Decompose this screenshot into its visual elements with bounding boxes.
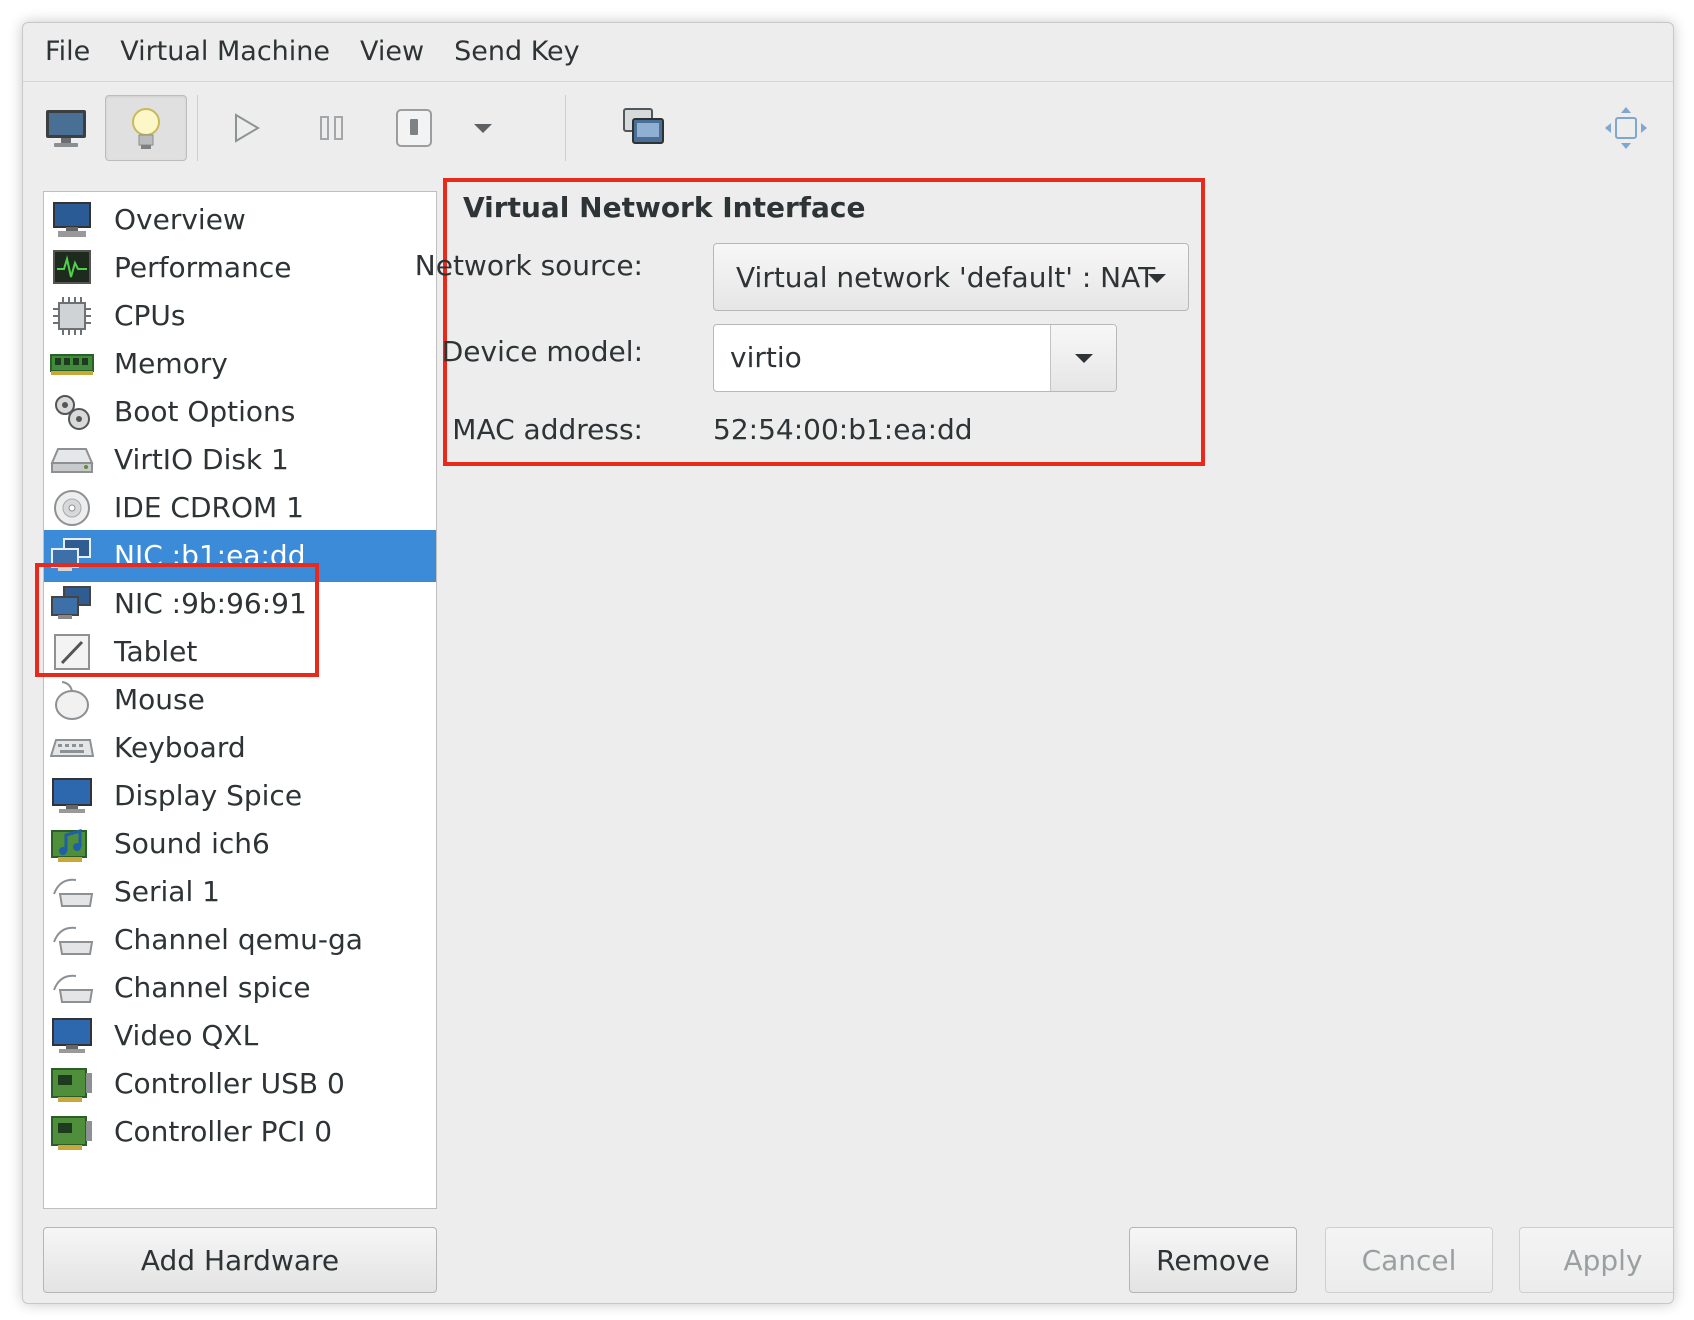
list-item-mouse[interactable]: Mouse: [44, 674, 436, 726]
console-button[interactable]: [25, 95, 107, 161]
list-item-label: Overview: [114, 203, 246, 236]
list-item-label: Channel qemu-ga: [114, 923, 363, 956]
list-item-controller-usb[interactable]: Controller USB 0: [44, 1058, 436, 1110]
list-item-label: Boot Options: [114, 395, 296, 428]
fullscreen-icon: [1605, 107, 1647, 149]
list-item-performance[interactable]: Performance: [44, 242, 436, 294]
play-icon: [235, 113, 260, 143]
apply-button[interactable]: Apply: [1519, 1227, 1673, 1293]
list-item-label: Controller PCI 0: [114, 1115, 333, 1148]
list-item-serial[interactable]: Serial 1: [44, 866, 436, 918]
chevron-down-icon: [1148, 274, 1166, 283]
list-item-label: Sound ich6: [114, 827, 270, 860]
run-button[interactable]: [205, 95, 287, 161]
list-item-label: Serial 1: [114, 875, 220, 908]
cpu-icon: [50, 295, 94, 337]
list-item-label: VirtIO Disk 1: [114, 443, 289, 476]
network-source-label: Network source:: [414, 249, 643, 282]
video-icon: [50, 1015, 94, 1057]
controller-icon: [50, 1111, 94, 1153]
list-item-label: IDE CDROM 1: [114, 491, 304, 524]
add-hardware-button[interactable]: Add Hardware: [43, 1227, 437, 1293]
list-item-controller-pci[interactable]: Controller PCI 0: [44, 1106, 436, 1158]
device-model-dropdown-button[interactable]: [1050, 325, 1116, 391]
pause-button[interactable]: [291, 95, 373, 161]
menu-file[interactable]: File: [33, 23, 102, 81]
fullscreen-button[interactable]: [1593, 95, 1659, 161]
power-icon: [396, 109, 432, 147]
list-item-overview[interactable]: Overview: [44, 194, 436, 246]
chevron-down-icon: [1075, 354, 1093, 363]
toolbar: [23, 83, 1673, 183]
menubar-divider: [23, 81, 1673, 82]
cdrom-icon: [50, 487, 94, 529]
sound-icon: [50, 823, 94, 865]
list-item-label: Display Spice: [114, 779, 303, 812]
toolbar-separator: [565, 95, 566, 161]
section-title: Virtual Network Interface: [463, 191, 866, 224]
list-item-label: Performance: [114, 251, 292, 284]
channel-icon: [50, 967, 94, 1009]
list-item-virtio-disk[interactable]: VirtIO Disk 1: [44, 434, 436, 486]
disk-icon: [50, 439, 94, 481]
pause-icon: [320, 116, 343, 140]
list-item-sound[interactable]: Sound ich6: [44, 818, 436, 870]
hardware-list: Overview Performance CPUs Memory Boot Op…: [43, 191, 437, 1209]
cancel-button[interactable]: Cancel: [1325, 1227, 1493, 1293]
menu-view[interactable]: View: [348, 23, 436, 81]
list-item-channel-spice[interactable]: Channel spice: [44, 962, 436, 1014]
boot-options-icon: [50, 391, 94, 433]
list-item-label: Memory: [114, 347, 228, 380]
list-item-cpus[interactable]: CPUs: [44, 290, 436, 342]
controller-icon: [50, 1063, 94, 1105]
list-item-label: Controller USB 0: [114, 1067, 345, 1100]
shutdown-button[interactable]: [373, 95, 455, 161]
network-source-dropdown[interactable]: Virtual network 'default' : NAT: [713, 243, 1189, 311]
display-icon: [50, 775, 94, 817]
list-item-display-spice[interactable]: Display Spice: [44, 770, 436, 822]
list-item-label: Video QXL: [114, 1019, 259, 1052]
monitor-icon: [46, 110, 86, 147]
lightbulb-icon: [132, 108, 160, 149]
list-item-memory[interactable]: Memory: [44, 338, 436, 390]
network-source-value: Virtual network 'default' : NAT: [736, 260, 1156, 294]
overview-icon: [50, 199, 94, 241]
details-button[interactable]: [105, 95, 187, 161]
shutdown-menu-button[interactable]: [453, 95, 513, 161]
memory-icon: [50, 343, 94, 385]
list-item-video-qxl[interactable]: Video QXL: [44, 1010, 436, 1062]
list-item-label: CPUs: [114, 299, 186, 332]
channel-icon: [50, 919, 94, 961]
toolbar-separator: [197, 95, 198, 161]
remove-button[interactable]: Remove: [1129, 1227, 1297, 1293]
menu-send-key[interactable]: Send Key: [442, 23, 592, 81]
list-item-ide-cdrom[interactable]: IDE CDROM 1: [44, 482, 436, 534]
device-model-combo[interactable]: virtio: [713, 324, 1117, 392]
list-item-label: Channel spice: [114, 971, 311, 1004]
nic-items-highlight: [35, 563, 319, 677]
chevron-down-icon: [474, 124, 492, 133]
list-item-keyboard[interactable]: Keyboard: [44, 722, 436, 774]
mouse-icon: [50, 679, 94, 721]
list-item-channel-qemu-ga[interactable]: Channel qemu-ga: [44, 914, 436, 966]
performance-icon: [50, 247, 94, 289]
screenshot-button[interactable]: [603, 95, 685, 161]
menubar: File Virtual Machine View Send Key: [23, 23, 1673, 81]
keyboard-icon: [50, 727, 94, 769]
screenshot-icon: [623, 108, 664, 144]
list-item-label: Mouse: [114, 683, 205, 716]
vm-details-window: File Virtual Machine View Send Key Overv…: [22, 22, 1674, 1304]
serial-icon: [50, 871, 94, 913]
menu-virtual-machine[interactable]: Virtual Machine: [108, 23, 342, 81]
list-item-label: Keyboard: [114, 731, 246, 764]
list-item-boot-options[interactable]: Boot Options: [44, 386, 436, 438]
mac-address-value: 52:54:00:b1:ea:dd: [713, 413, 973, 446]
device-model-input[interactable]: virtio: [730, 325, 802, 391]
mac-address-label: MAC address:: [452, 413, 643, 446]
device-model-label: Device model:: [441, 335, 643, 368]
